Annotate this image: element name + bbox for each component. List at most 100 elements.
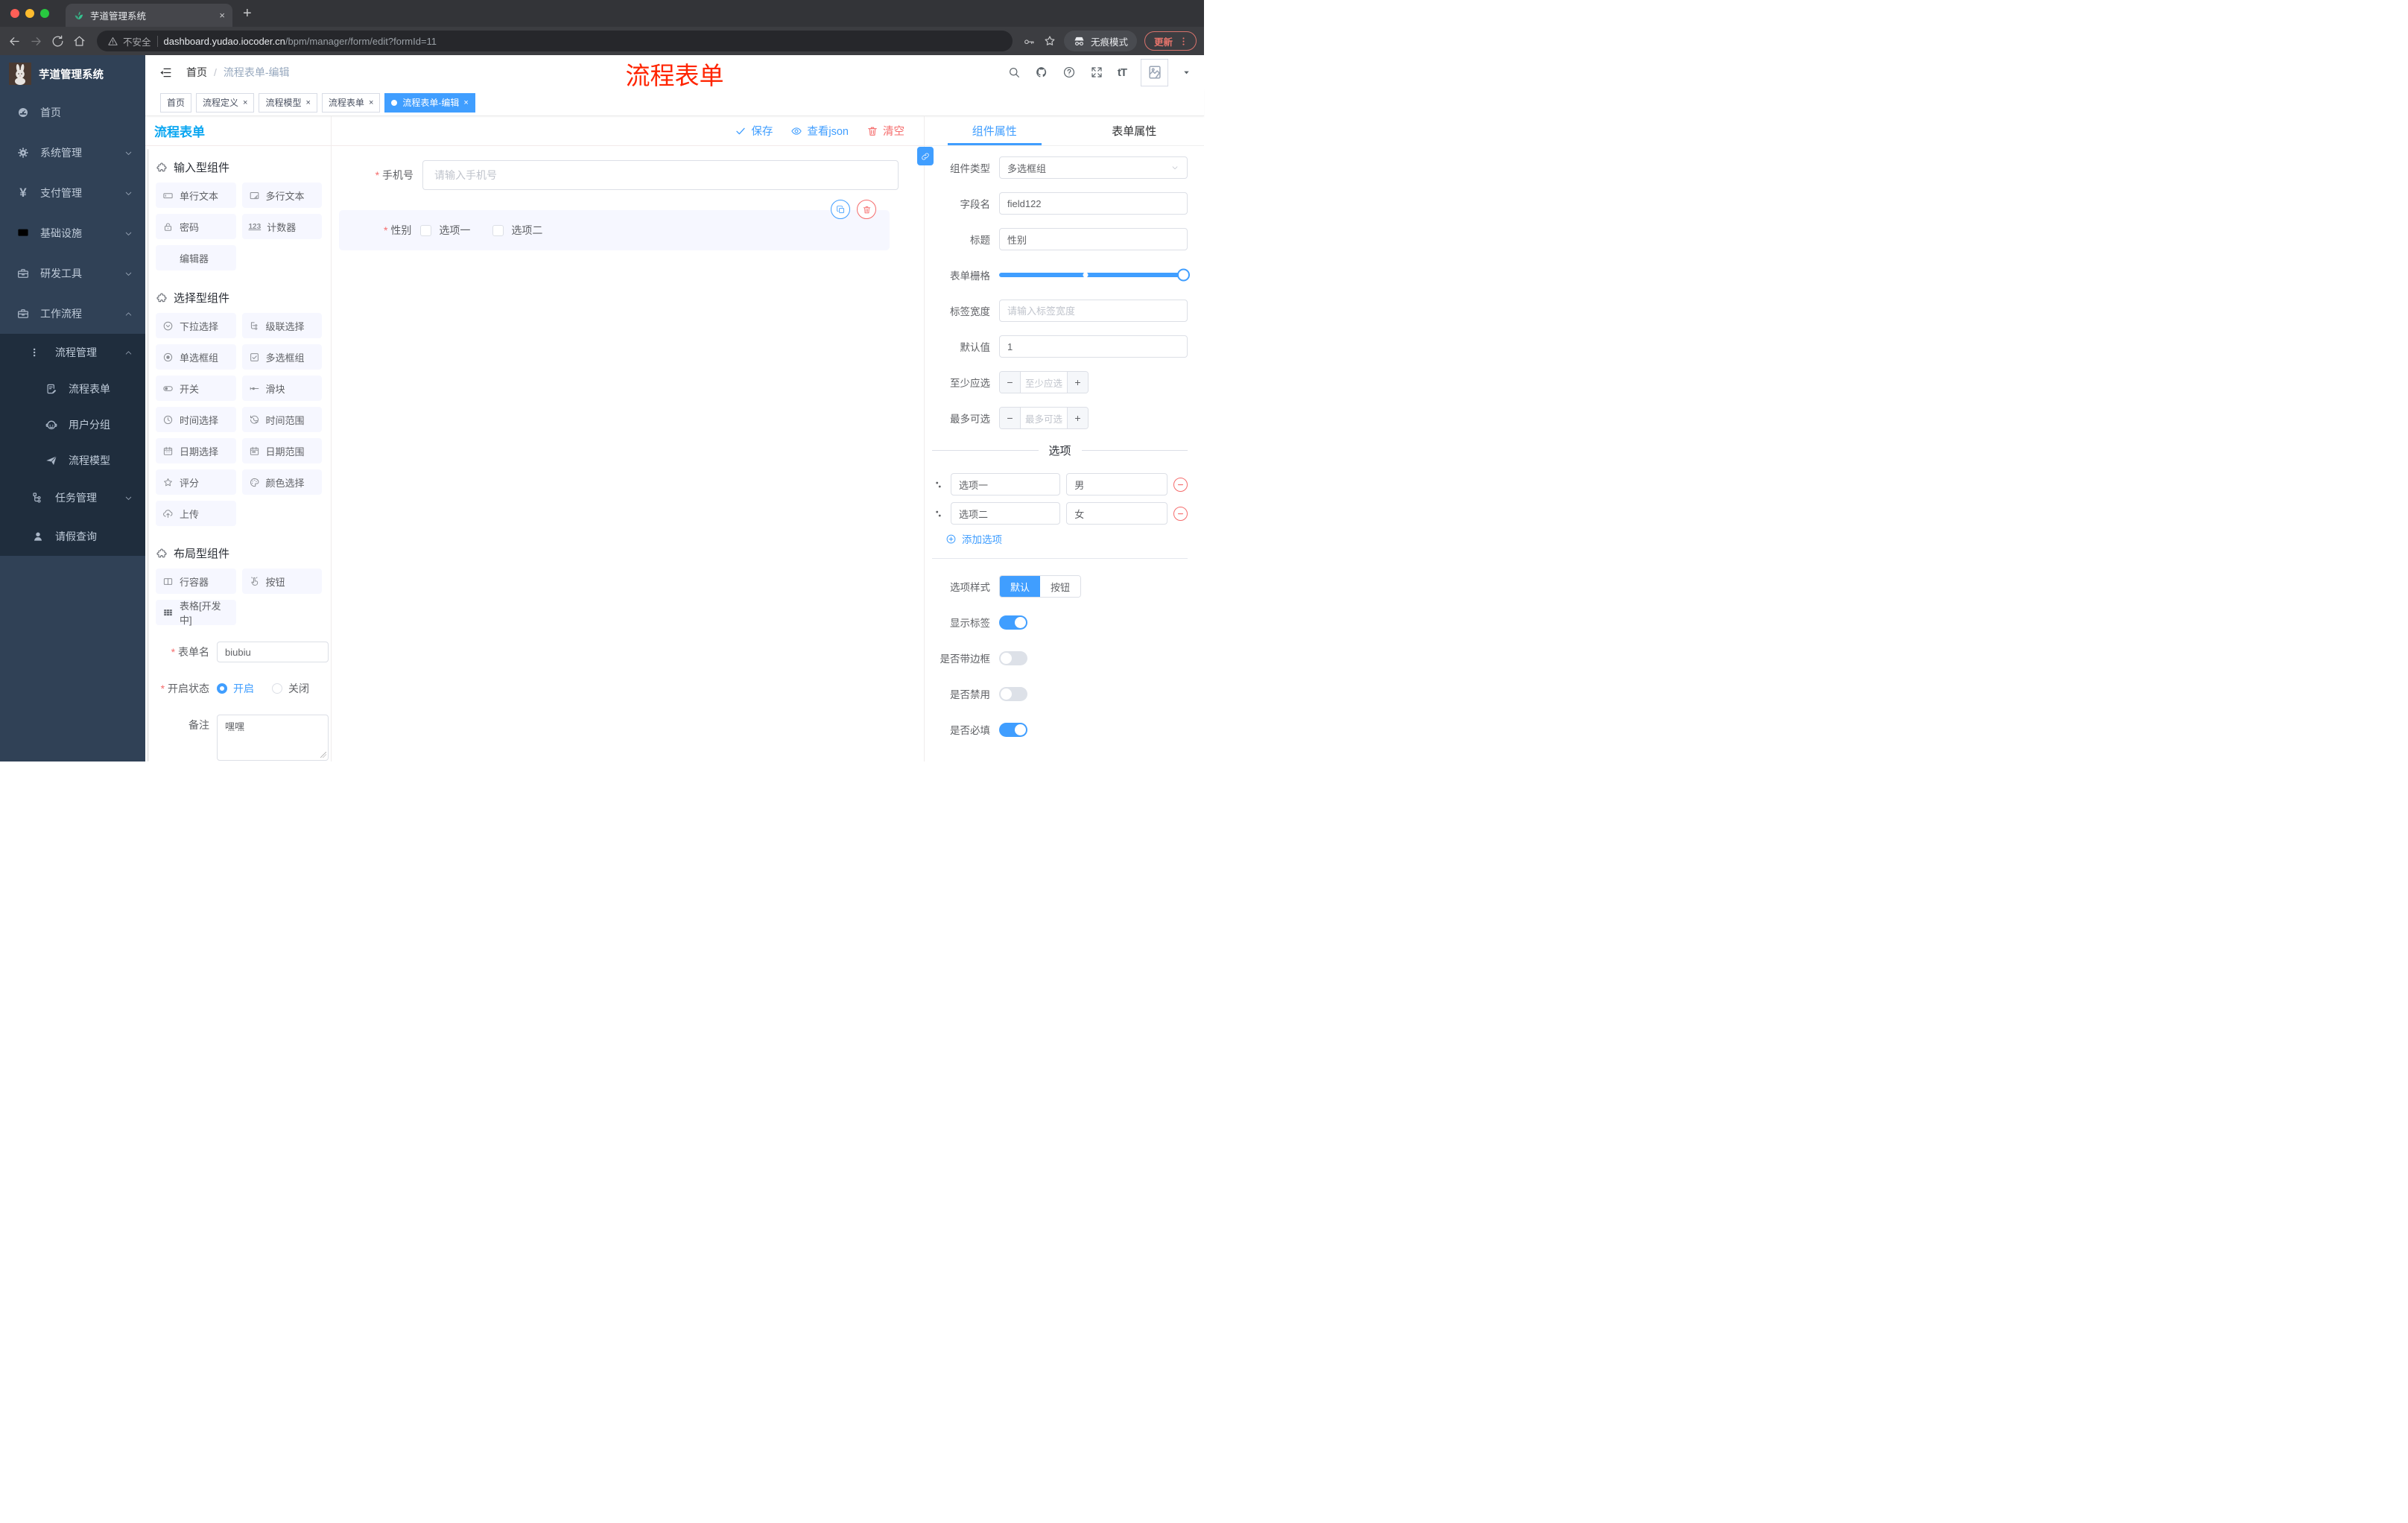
drag-handle-icon[interactable]: [932, 507, 945, 520]
avatar-caret-icon[interactable]: [1182, 69, 1191, 77]
canvas-phone-field[interactable]: 手机号: [367, 160, 899, 190]
remove-option-button[interactable]: [1173, 477, 1188, 492]
component-time-range[interactable]: 时间范围: [241, 407, 322, 432]
component-multi-text[interactable]: 多行文本: [241, 183, 322, 208]
component-slider[interactable]: 滑块: [241, 376, 322, 401]
url-text[interactable]: dashboard.yudao.iocoder.cn/bpm/manager/f…: [164, 35, 437, 47]
sidebar-item-system[interactable]: 系统管理: [0, 133, 145, 173]
component-color-picker[interactable]: 颜色选择: [241, 469, 322, 495]
component-cascader[interactable]: 级联选择: [241, 313, 322, 338]
component-row-container[interactable]: 行容器: [156, 569, 236, 594]
stepper-decrease-button[interactable]: −: [1000, 408, 1021, 428]
add-option-button[interactable]: 添加选项: [945, 531, 1188, 546]
checkbox-box[interactable]: [420, 224, 432, 236]
tag-close-icon[interactable]: ×: [463, 98, 468, 107]
component-radio-group[interactable]: 单选框组: [156, 344, 236, 370]
browser-menu-dots-icon[interactable]: [1178, 36, 1189, 47]
option-value-input[interactable]: [1066, 473, 1167, 495]
default-value-input[interactable]: [999, 335, 1188, 358]
sidebar-item-payment[interactable]: ¥ 支付管理: [0, 173, 145, 213]
field-name-input[interactable]: [999, 192, 1188, 215]
tab-component-props[interactable]: 组件属性: [925, 116, 1065, 145]
radio-status-off[interactable]: 关闭: [272, 681, 309, 696]
security-status[interactable]: 不安全: [107, 34, 151, 48]
sidebar-item-workflow[interactable]: 工作流程: [0, 294, 145, 334]
checkbox-box[interactable]: [492, 224, 504, 236]
back-icon[interactable]: [7, 34, 22, 48]
component-date-range[interactable]: 日期范围: [241, 438, 322, 463]
component-type-select[interactable]: 多选框组: [999, 156, 1188, 179]
tag-home[interactable]: 首页: [160, 92, 192, 113]
tab-form-props[interactable]: 表单属性: [1065, 116, 1205, 145]
component-single-text[interactable]: 单行文本: [156, 183, 236, 208]
tag-process-definition[interactable]: 流程定义 ×: [196, 92, 255, 113]
stepper-decrease-button[interactable]: −: [1000, 372, 1021, 393]
min-checked-input[interactable]: 至少应选: [1021, 372, 1067, 393]
sidebar-item-task-mgmt[interactable]: 任务管理: [0, 478, 145, 517]
required-toggle[interactable]: [999, 722, 1027, 737]
maximize-window-button[interactable]: [40, 9, 49, 18]
tag-close-icon[interactable]: ×: [243, 98, 247, 107]
sidebar-item-user-group[interactable]: 用户分组: [0, 407, 145, 443]
slider-handle[interactable]: [1177, 268, 1190, 282]
tag-close-icon[interactable]: ×: [369, 98, 373, 107]
reload-icon[interactable]: [51, 34, 65, 48]
component-table[interactable]: 表格[开发中]: [156, 600, 236, 626]
component-date-picker[interactable]: 日期选择: [156, 438, 236, 463]
sidebar-item-process-mgmt[interactable]: 流程管理: [0, 334, 145, 371]
doc-link-badge[interactable]: [917, 147, 934, 165]
copy-component-button[interactable]: [831, 200, 850, 219]
help-icon[interactable]: [1062, 66, 1076, 79]
component-button[interactable]: 按钮: [241, 569, 322, 594]
option-style-button[interactable]: 按钮: [1040, 576, 1081, 597]
avatar[interactable]: [1141, 58, 1168, 86]
macos-window-controls[interactable]: [0, 9, 60, 18]
url-bar[interactable]: 不安全 dashboard.yudao.iocoder.cn/bpm/manag…: [97, 31, 1013, 51]
tag-process-model[interactable]: 流程模型 ×: [259, 92, 317, 113]
sidebar-item-infra[interactable]: 基础设施: [0, 213, 145, 253]
stepper-increase-button[interactable]: +: [1067, 408, 1088, 428]
option-value-input[interactable]: [1066, 502, 1167, 525]
browser-tab[interactable]: 芋道管理系统 ×: [66, 4, 232, 27]
form-canvas[interactable]: 手机号 性别 选项一 选项二: [332, 146, 924, 762]
bookmark-star-icon[interactable]: [1043, 34, 1056, 48]
sidebar-item-process-model[interactable]: 流程模型: [0, 443, 145, 478]
font-size-icon[interactable]: tT: [1118, 66, 1127, 79]
github-icon[interactable]: [1035, 66, 1048, 79]
show-label-toggle[interactable]: [999, 615, 1027, 630]
disabled-toggle[interactable]: [999, 686, 1027, 701]
option-label-input[interactable]: [951, 473, 1061, 495]
sidebar-item-leave-query[interactable]: 请假查询: [0, 517, 145, 556]
sidebar-item-home[interactable]: 首页: [0, 92, 145, 133]
close-window-button[interactable]: [10, 9, 19, 18]
tag-close-icon[interactable]: ×: [305, 98, 310, 107]
tag-process-form-edit[interactable]: 流程表单-编辑 ×: [384, 92, 475, 113]
max-checked-input[interactable]: 最多可选: [1021, 408, 1067, 428]
home-icon[interactable]: [72, 34, 86, 48]
component-time-picker[interactable]: 时间选择: [156, 407, 236, 432]
view-json-button[interactable]: 查看json: [790, 123, 849, 139]
checkbox-option-1[interactable]: 选项一: [420, 223, 470, 238]
radio-status-on[interactable]: 开启: [217, 681, 254, 696]
form-name-input[interactable]: [217, 642, 329, 662]
stepper-increase-button[interactable]: +: [1067, 372, 1088, 393]
option-style-default[interactable]: 默认: [1000, 576, 1041, 597]
border-toggle[interactable]: [999, 650, 1027, 665]
component-rate[interactable]: 评分: [156, 469, 236, 495]
delete-component-button[interactable]: [857, 200, 876, 219]
remove-option-button[interactable]: [1173, 506, 1188, 521]
breadcrumb-home[interactable]: 首页: [186, 65, 207, 80]
tab-close-icon[interactable]: ×: [219, 10, 225, 21]
minimize-window-button[interactable]: [25, 9, 34, 18]
sidebar-item-devtools[interactable]: 研发工具: [0, 253, 145, 294]
component-upload[interactable]: 上传: [156, 501, 236, 526]
sidebar-logo[interactable]: 芋道管理系统: [0, 55, 145, 92]
new-tab-button[interactable]: +: [243, 5, 252, 22]
clear-button[interactable]: 清空: [866, 123, 904, 139]
grid-span-slider[interactable]: [999, 268, 1190, 282]
form-remark-textarea[interactable]: 嘿嘿: [217, 715, 329, 761]
phone-input[interactable]: [422, 160, 899, 190]
forward-icon[interactable]: [29, 34, 43, 48]
component-switch[interactable]: 开关: [156, 376, 236, 401]
option-label-input[interactable]: [951, 502, 1061, 525]
